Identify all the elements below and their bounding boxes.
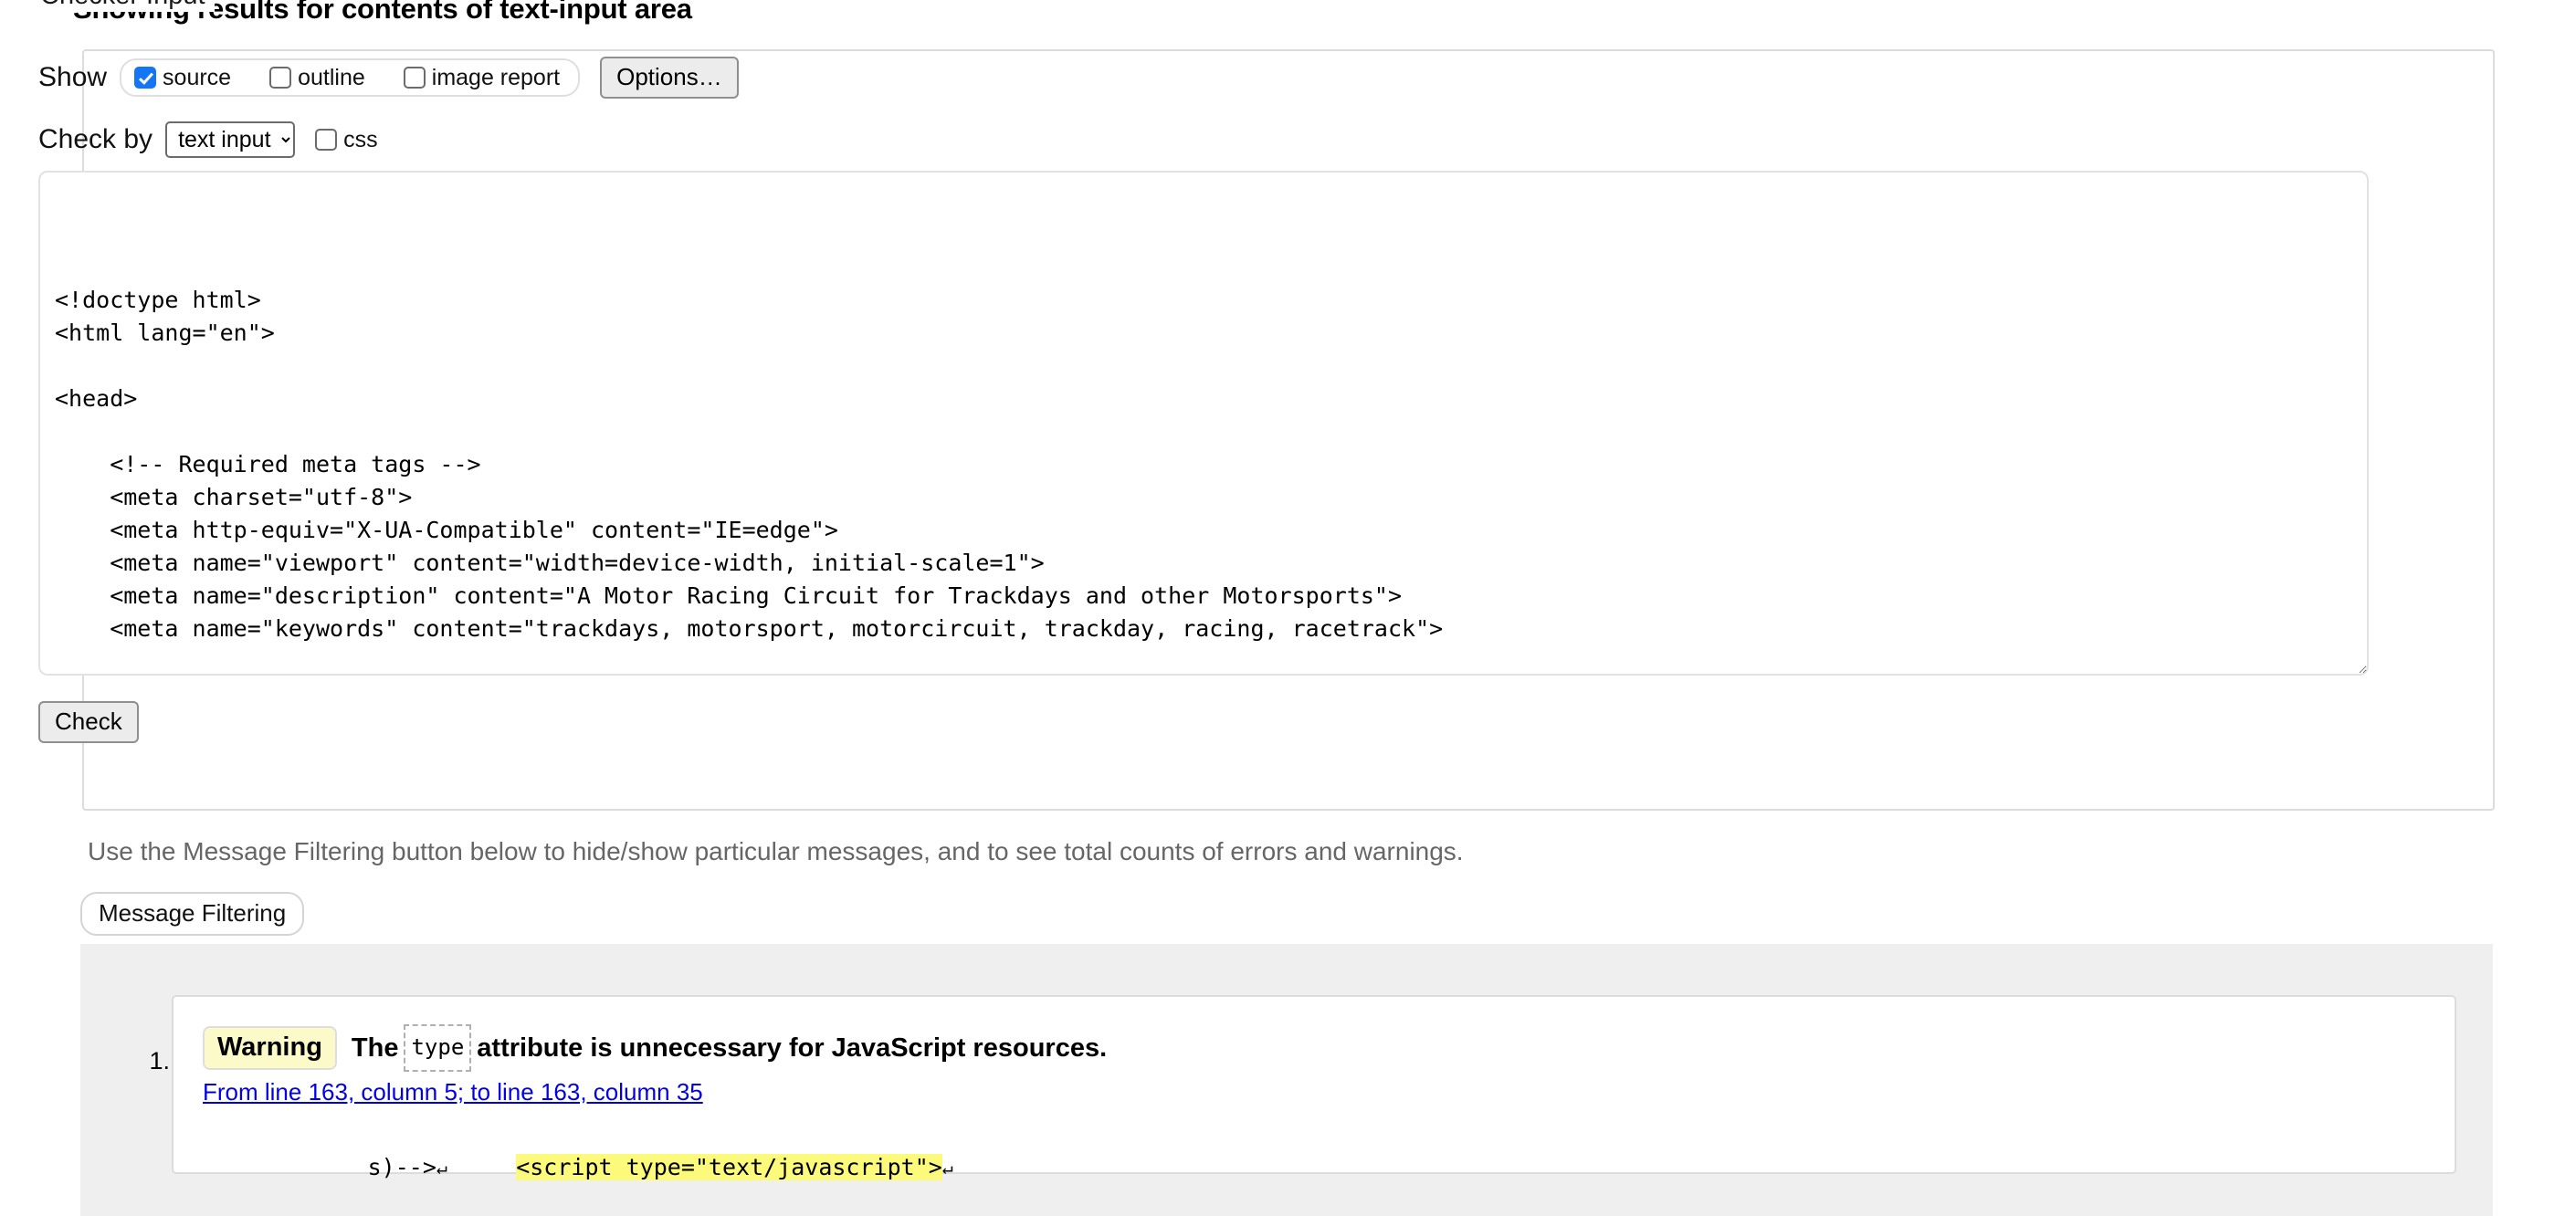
message-code-token: type [404, 1024, 472, 1072]
check-by-select[interactable]: text input [165, 121, 296, 158]
checkbox-source[interactable]: source [134, 65, 231, 90]
validator-results-page: Showing results for contents of text-inp… [0, 0, 2576, 1216]
message-source-extract: s)-->↵ <script type="text/javascript">↵ [203, 1124, 953, 1211]
checkbox-image-report-box[interactable] [403, 67, 426, 89]
checkbox-image-report-label: image report [431, 65, 561, 90]
show-row: Show source outline image report Options… [38, 57, 739, 99]
checkbox-outline-label: outline [298, 65, 365, 90]
source-input-textarea[interactable]: <!doctype html> <html lang="en"> <head> … [38, 171, 2369, 676]
checkbox-css-box[interactable] [315, 129, 338, 151]
checkbox-outline[interactable]: outline [269, 65, 365, 90]
message-filtering-help-text: Use the Message Filtering button below t… [88, 837, 1464, 865]
extract-gap [447, 1154, 516, 1180]
checker-input-legend: Checker Input [31, 0, 215, 12]
checkbox-source-label: source [163, 65, 232, 90]
message-headline: Warning The type attribute is unnecessar… [203, 1024, 1107, 1072]
checkbox-source-box[interactable] [134, 67, 157, 89]
message-filtering-button[interactable]: Message Filtering [80, 892, 305, 936]
results-panel: 1. Warning The type attribute is unneces… [80, 944, 2493, 1216]
message-box: Warning The type attribute is unnecessar… [172, 995, 2456, 1180]
message-source-location-link[interactable]: From line 163, column 5; to line 163, co… [203, 1077, 703, 1106]
message-text-before: The [351, 1033, 399, 1063]
show-checkbox-group: source outline image report [120, 58, 581, 97]
show-label: Show [38, 62, 108, 92]
message-index: 1. [149, 1047, 170, 1074]
checkbox-css-label: css [343, 127, 378, 152]
checkbox-image-report[interactable]: image report [403, 65, 561, 90]
checkbox-outline-box[interactable] [269, 67, 292, 89]
check-button[interactable]: Check [38, 701, 139, 743]
extract-cr-glyph: ↵ [941, 1157, 953, 1179]
extract-prefix-cr-glyph: ↵ [436, 1157, 447, 1179]
extract-prefix: s)--> [367, 1154, 436, 1180]
check-by-label: Check by [38, 124, 153, 154]
checkbox-css[interactable]: css [315, 127, 378, 152]
check-by-row: Check by text input css [38, 121, 378, 158]
message-item: 1. Warning The type attribute is unneces… [133, 995, 2456, 1180]
status-badge: Warning [203, 1026, 337, 1070]
message-text-after: attribute is unnecessary for JavaScript … [477, 1033, 1108, 1063]
extract-highlighted-code: <script type="text/javascript"> [516, 1154, 942, 1180]
options-button[interactable]: Options… [600, 57, 739, 99]
